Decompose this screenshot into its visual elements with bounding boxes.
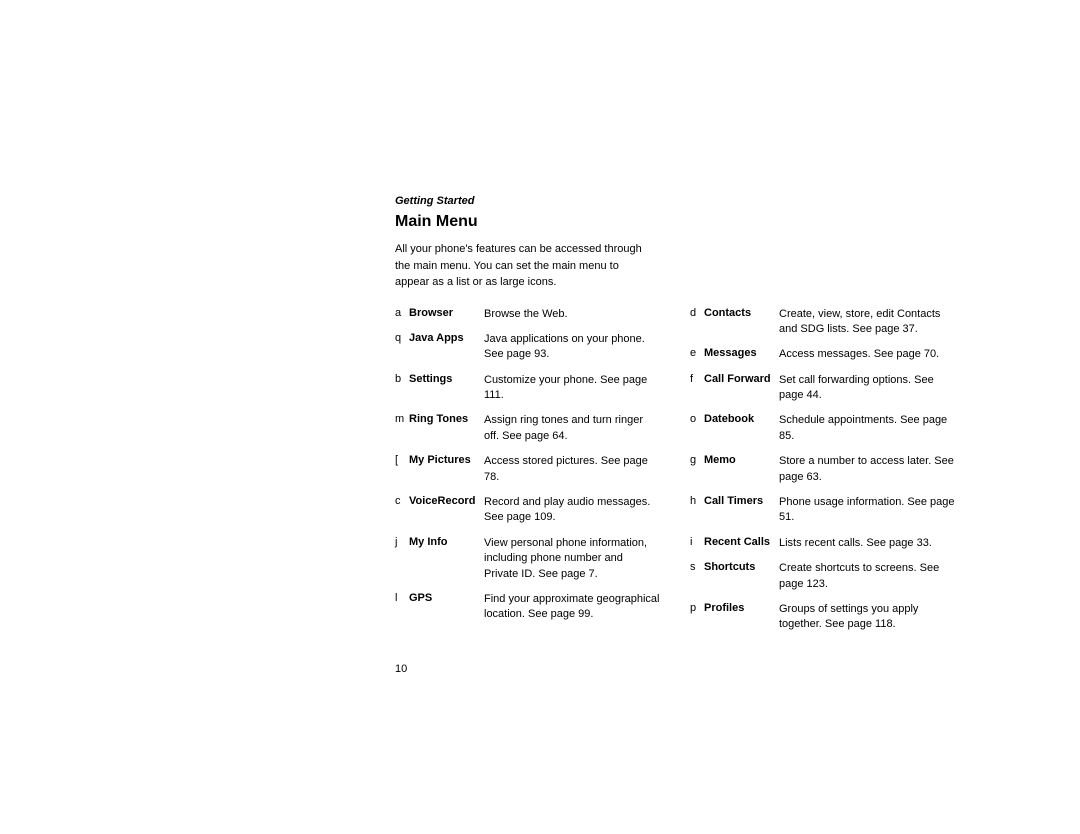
item-name: Ring Tones xyxy=(409,413,484,425)
item-letter: m xyxy=(395,413,409,425)
list-item: a Browser Browse the Web. xyxy=(395,307,660,322)
item-letter: e xyxy=(690,347,704,359)
item-desc: Access stored pictures. See page 78. xyxy=(484,454,660,485)
item-letter: a xyxy=(395,307,409,319)
item-letter: b xyxy=(395,373,409,385)
list-item: [ My Pictures Access stored pictures. Se… xyxy=(395,454,660,485)
list-item: b Settings Customize your phone. See pag… xyxy=(395,373,660,404)
item-desc: Create, view, store, edit Contacts and S… xyxy=(779,307,955,338)
item-letter: f xyxy=(690,373,704,385)
item-letter: s xyxy=(690,561,704,573)
list-item: l GPS Find your approximate geographical… xyxy=(395,592,660,623)
item-desc: Access messages. See page 70. xyxy=(779,347,955,362)
item-name: Call Timers xyxy=(704,495,779,507)
item-name: Profiles xyxy=(704,602,779,614)
item-letter: o xyxy=(690,413,704,425)
list-item: g Memo Store a number to access later. S… xyxy=(690,454,955,485)
list-item: m Ring Tones Assign ring tones and turn … xyxy=(395,413,660,444)
item-desc: Record and play audio messages. See page… xyxy=(484,495,660,526)
item-letter: p xyxy=(690,602,704,614)
list-item: d Contacts Create, view, store, edit Con… xyxy=(690,307,955,338)
item-letter: g xyxy=(690,454,704,466)
list-item: j My Info View personal phone informatio… xyxy=(395,536,660,582)
item-letter: q xyxy=(395,332,409,344)
item-desc: Find your approximate geographical locat… xyxy=(484,592,660,623)
item-name: Memo xyxy=(704,454,779,466)
item-name: My Pictures xyxy=(409,454,484,466)
item-desc: Java applications on your phone. See pag… xyxy=(484,332,660,363)
item-name: Recent Calls xyxy=(704,536,779,548)
item-desc: Browse the Web. xyxy=(484,307,660,322)
item-name: Settings xyxy=(409,373,484,385)
list-item: e Messages Access messages. See page 70. xyxy=(690,347,955,362)
item-letter: [ xyxy=(395,454,409,466)
item-desc: Lists recent calls. See page 33. xyxy=(779,536,955,551)
list-item: p Profiles Groups of settings you apply … xyxy=(690,602,955,633)
item-letter: i xyxy=(690,536,704,548)
item-desc: Set call forwarding options. See page 44… xyxy=(779,373,955,404)
item-name: Contacts xyxy=(704,307,779,319)
content-columns: a Browser Browse the Web. q Java Apps Ja… xyxy=(395,307,955,643)
list-item: f Call Forward Set call forwarding optio… xyxy=(690,373,955,404)
item-letter: d xyxy=(690,307,704,319)
item-name: VoiceRecord xyxy=(409,495,484,507)
item-desc: Assign ring tones and turn ringer off. S… xyxy=(484,413,660,444)
page-container: Getting Started Main Menu All your phone… xyxy=(395,195,955,675)
section-header: Getting Started xyxy=(395,195,955,207)
item-letter: l xyxy=(395,592,409,604)
intro-text: All your phone's features can be accesse… xyxy=(395,241,655,291)
item-desc: Create shortcuts to screens. See page 12… xyxy=(779,561,955,592)
list-item: o Datebook Schedule appointments. See pa… xyxy=(690,413,955,444)
item-desc: Phone usage information. See page 51. xyxy=(779,495,955,526)
list-item: s Shortcuts Create shortcuts to screens.… xyxy=(690,561,955,592)
item-letter: h xyxy=(690,495,704,507)
item-desc: Schedule appointments. See page 85. xyxy=(779,413,955,444)
item-name: Java Apps xyxy=(409,332,484,344)
item-letter: c xyxy=(395,495,409,507)
item-letter: j xyxy=(395,536,409,548)
item-desc: Groups of settings you apply together. S… xyxy=(779,602,955,633)
item-desc: Store a number to access later. See page… xyxy=(779,454,955,485)
list-item: c VoiceRecord Record and play audio mess… xyxy=(395,495,660,526)
page-title: Main Menu xyxy=(395,213,955,231)
item-name: My Info xyxy=(409,536,484,548)
list-item: i Recent Calls Lists recent calls. See p… xyxy=(690,536,955,551)
item-desc: Customize your phone. See page 111. xyxy=(484,373,660,404)
list-item: q Java Apps Java applications on your ph… xyxy=(395,332,660,363)
item-name: Browser xyxy=(409,307,484,319)
left-column: a Browser Browse the Web. q Java Apps Ja… xyxy=(395,307,660,643)
item-name: Datebook xyxy=(704,413,779,425)
item-name: GPS xyxy=(409,592,484,604)
list-item: h Call Timers Phone usage information. S… xyxy=(690,495,955,526)
item-name: Call Forward xyxy=(704,373,779,385)
item-name: Messages xyxy=(704,347,779,359)
item-desc: View personal phone information, includi… xyxy=(484,536,660,582)
right-column: d Contacts Create, view, store, edit Con… xyxy=(690,307,955,643)
item-name: Shortcuts xyxy=(704,561,779,573)
page-number: 10 xyxy=(395,663,955,675)
